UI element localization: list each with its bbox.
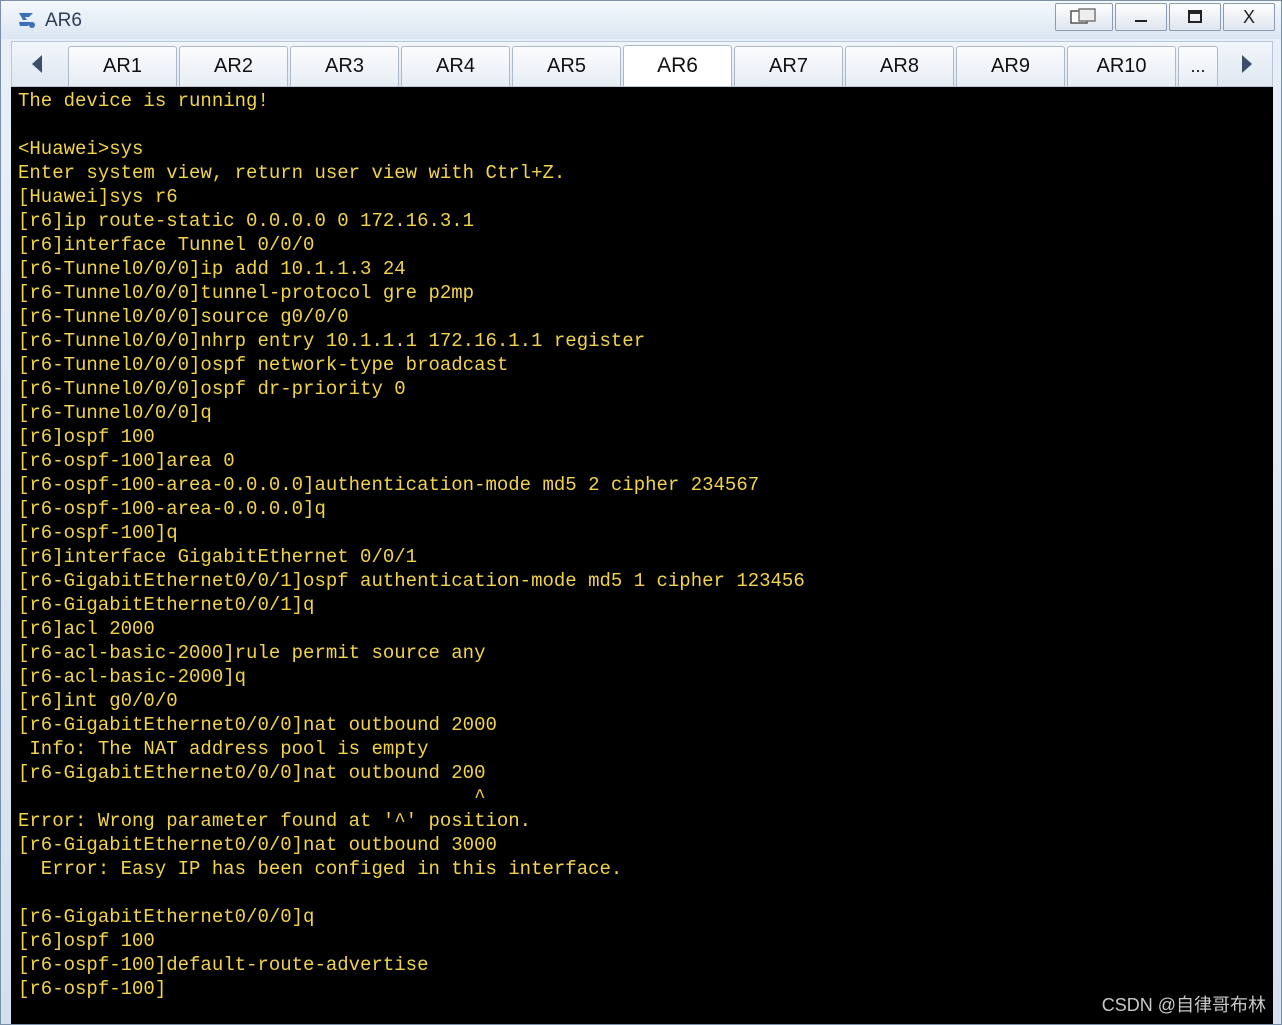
tab-ar6[interactable]: AR6 [623,45,732,86]
console-line: [r6-ospf-100]default-route-advertise [18,954,429,976]
maximize-button[interactable] [1169,3,1221,31]
console-line: [r6]ip route-static 0.0.0.0 0 172.16.3.1 [18,210,475,232]
scroll-tabs-left-button[interactable] [12,42,62,86]
terminal-window: AR6 X AR1 AR2 AR3 AR4 AR5 AR6 AR7 AR8 AR9 AR10... [0,0,1282,1025]
tab-list: AR1 AR2 AR3 AR4 AR5 AR6 AR7 AR8 AR9 AR10... [68,45,1220,86]
console-line: Error: Wrong parameter found at '^' posi… [18,810,532,832]
console-line: [r6-ospf-100]area 0 [18,450,235,472]
restore-window-button[interactable] [1055,3,1113,31]
console-line: [r6]acl 2000 [18,618,155,640]
console-line: [r6]ospf 100 [18,930,155,952]
console-line: Error: Easy IP has been configed in this… [18,858,623,880]
console-line: [r6]interface Tunnel 0/0/0 [18,234,315,256]
window-title: AR6 [45,10,82,31]
console-line: ^ [18,786,486,808]
triangle-right-icon [1242,55,1252,73]
title-bar[interactable]: AR6 X [1,1,1281,39]
device-tab-bar: AR1 AR2 AR3 AR4 AR5 AR6 AR7 AR8 AR9 AR10... [11,41,1273,87]
tab-ar10[interactable]: AR10 [1067,46,1176,86]
console-line: Info: The NAT address pool is empty [18,738,429,760]
console-line: [r6]interface GigabitEthernet 0/0/1 [18,546,418,568]
tab-ar2[interactable]: AR2 [179,46,288,86]
console-line: <Huawei>sys [18,138,144,160]
console-line: [r6-Tunnel0/0/0]nhrp entry 10.1.1.1 172.… [18,330,646,352]
maximize-icon [1188,10,1202,23]
router-app-icon [19,13,35,28]
tab-ar3[interactable]: AR3 [290,46,399,86]
tab-ar4[interactable]: AR4 [401,46,510,86]
minimize-button[interactable] [1115,3,1167,31]
console-line: [r6-GigabitEthernet0/0/0]nat outbound 30… [18,834,497,856]
console-line: [r6-Tunnel0/0/0]q [18,402,212,424]
console-line: [r6-Tunnel0/0/0]ospf network-type broadc… [18,354,509,376]
console-line: [r6-Tunnel0/0/0]source g0/0/0 [18,306,349,328]
console-line: [r6-GigabitEthernet0/0/1]q [18,594,315,616]
window-controls: X [1053,3,1275,31]
close-button[interactable]: X [1223,3,1275,31]
console-line: [r6-acl-basic-2000]q [18,666,247,688]
tab-ar7[interactable]: AR7 [734,46,843,86]
triangle-left-icon [32,55,42,73]
console-line: [r6]ospf 100 [18,426,155,448]
console-output[interactable]: The device is running! <Huawei>sys Enter s… [11,87,1273,1024]
console-line: [r6-GigabitEthernet0/0/1]ospf authentica… [18,570,805,592]
console-line: [r6-Tunnel0/0/0]ospf dr-priority 0 [18,378,406,400]
console-line: [r6-ospf-100] [18,978,167,1000]
console-line: [r6-GigabitEthernet0/0/0]nat outbound 20… [18,714,497,736]
console-line: [r6-ospf-100-area-0.0.0.0]q [18,498,326,520]
console-line: [r6]int g0/0/0 [18,690,178,712]
restore-window-icon [1070,8,1096,24]
console-line: [r6-Tunnel0/0/0]tunnel-protocol gre p2mp [18,282,475,304]
watermark: CSDN @自律哥布林 [1101,995,1266,1015]
scroll-tabs-right-button[interactable] [1222,42,1272,86]
console-line: [r6-Tunnel0/0/0]ip add 10.1.1.3 24 [18,258,406,280]
tab-ar9[interactable]: AR9 [956,46,1065,86]
console-line: [Huawei]sys r6 [18,186,178,208]
console-line: Enter system view, return user view with… [18,162,566,184]
tab-ar5[interactable]: AR5 [512,46,621,86]
tab-ar1[interactable]: AR1 [68,46,177,86]
tab-more[interactable]: ... [1178,46,1218,86]
console-line: [r6-GigabitEthernet0/0/0]q [18,906,315,928]
minimize-icon [1135,20,1147,22]
close-label: X [1242,6,1255,27]
tab-ar8[interactable]: AR8 [845,46,954,86]
console-line: [r6-GigabitEthernet0/0/0]nat outbound 20… [18,762,486,784]
console-line: [r6-ospf-100-area-0.0.0.0]authentication… [18,474,760,496]
console-line: The device is running! [18,90,269,112]
console-line: [r6-acl-basic-2000]rule permit source an… [18,642,486,664]
console-line: [r6-ospf-100]q [18,522,178,544]
